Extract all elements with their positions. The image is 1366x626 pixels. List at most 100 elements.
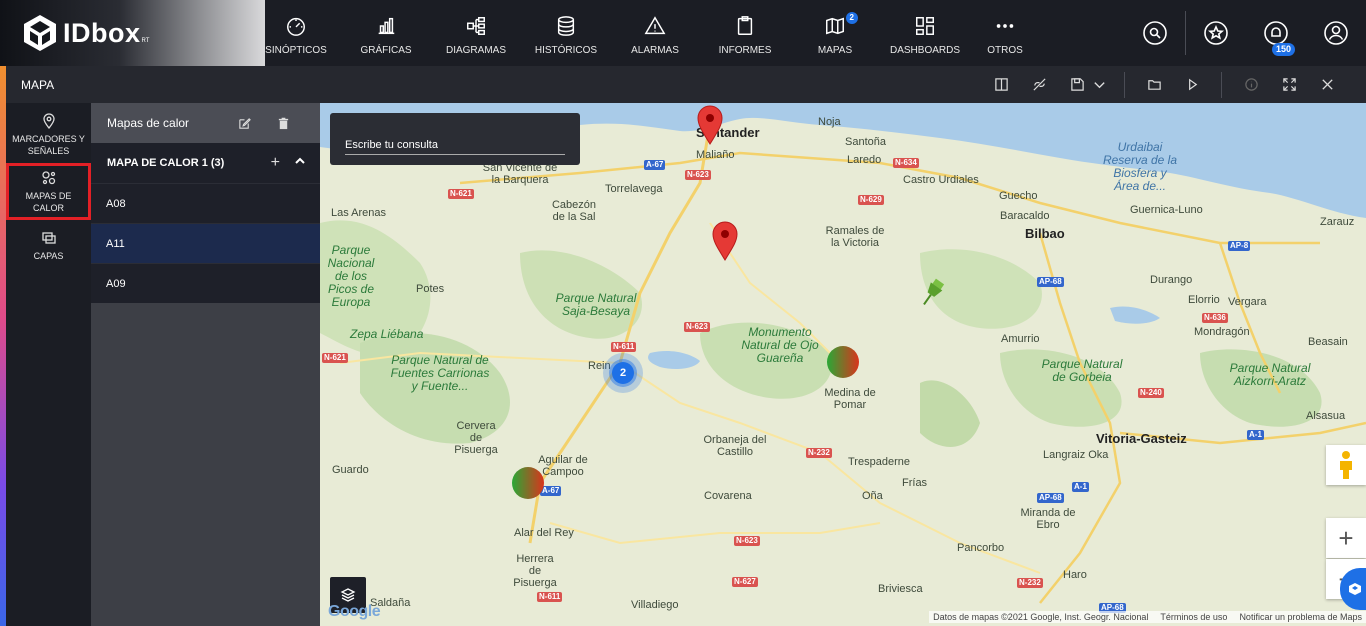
map-label: Castro Urdiales	[903, 174, 979, 186]
map-view[interactable]: Santander Maliaño Noja Santoña Laredo Ca…	[320, 103, 1366, 626]
plus-icon: +	[1338, 522, 1354, 553]
heatmap-point[interactable]	[827, 346, 859, 378]
map-label: Villadiego	[631, 599, 679, 611]
group-title: MAPA DE CALOR 1 (3)	[107, 157, 225, 169]
nav-otros[interactable]: OTROS	[970, 0, 1040, 66]
road-shield: N-623	[685, 170, 711, 180]
play-button[interactable]	[1179, 72, 1205, 98]
map-label: Parque Nacional de los Picos de Europa	[327, 243, 375, 309]
map-label: Briviesca	[878, 583, 923, 595]
delete-button[interactable]	[277, 117, 290, 130]
map-label: Parque Natural de Fuentes Carrionas y Fu…	[390, 353, 490, 393]
panel-title: Mapas de calor	[107, 116, 190, 130]
map-label: Covarena	[704, 490, 752, 502]
heatmap-group-header[interactable]: MAPA DE CALOR 1 (3) +	[91, 143, 320, 183]
page-title: MAPA	[21, 77, 55, 92]
road-shield: N-621	[448, 189, 474, 199]
street-view-button[interactable]	[1326, 445, 1366, 485]
logo-text: IDbox	[63, 17, 141, 48]
road-shield: AP-8	[1228, 241, 1251, 251]
folder-icon	[1147, 80, 1161, 90]
list-item[interactable]: A09	[91, 263, 320, 303]
nav-label: OTROS	[987, 44, 1023, 56]
save-options-dropdown[interactable]	[1090, 72, 1108, 98]
heatmap-point[interactable]	[512, 467, 544, 499]
add-button[interactable]: +	[271, 154, 280, 172]
nav-alarmas[interactable]: ALARMAS	[610, 0, 700, 66]
nav-label: HISTÓRICOS	[534, 44, 598, 56]
map-label: Noja	[818, 116, 841, 128]
marker-pin-red[interactable]	[712, 221, 738, 261]
sidebar-item-capas[interactable]: CAPAS	[6, 220, 91, 272]
marker-cluster[interactable]: 2	[603, 353, 643, 393]
nav-mapas[interactable]: 2 MAPAS	[790, 0, 880, 66]
road-shield: A-67	[644, 160, 666, 170]
nav-label: DASHBOARDS	[889, 44, 960, 56]
logo[interactable]: IDbox RT	[0, 0, 265, 66]
map-label: Santoña	[845, 136, 886, 148]
nav-historicos[interactable]: HISTÓRICOS	[522, 0, 610, 66]
map-label: Oña	[862, 490, 883, 502]
panel-header: Mapas de calor	[91, 103, 320, 143]
zoom-in-button[interactable]: +	[1326, 518, 1366, 558]
info-button[interactable]	[1238, 72, 1264, 98]
map-label: Miranda de Ebro	[1020, 507, 1076, 531]
nav-sinopticos[interactable]: SINÓPTICOS	[250, 0, 342, 66]
nav-diagramas[interactable]: DIAGRAMAS	[430, 0, 522, 66]
clipboard-icon	[737, 15, 753, 35]
list-item[interactable]: A08	[91, 183, 320, 223]
road-shield: N-623	[684, 322, 710, 332]
notifications-button[interactable]: 150	[1259, 16, 1296, 56]
edit-icon	[239, 117, 251, 129]
road-shield: N-611	[537, 592, 563, 602]
heatmap-icon	[41, 170, 55, 184]
close-button[interactable]	[1314, 72, 1340, 98]
link-off-button[interactable]	[1026, 72, 1052, 98]
favorites-button[interactable]	[1199, 16, 1233, 50]
map-label: Zarauz	[1320, 216, 1355, 228]
sidebar-item-label: MARCADORES Y SEÑALES	[12, 134, 85, 156]
edit-button[interactable]	[238, 117, 251, 130]
save-button[interactable]	[1064, 72, 1090, 98]
nav-informes[interactable]: INFORMES	[700, 0, 790, 66]
sidebar-item-label: MAPAS DE CALOR	[25, 190, 72, 213]
map-label: Durango	[1150, 274, 1193, 286]
item-label: A11	[106, 237, 125, 250]
side-nav: MARCADORES Y SEÑALES MAPAS DE CALOR CAPA…	[6, 103, 91, 626]
road-shield: N-232	[1017, 578, 1043, 588]
nav-dashboards[interactable]: DASHBOARDS	[880, 0, 970, 66]
chevron-down-icon	[1093, 82, 1105, 89]
search-report-button[interactable]	[1138, 16, 1172, 50]
map-label: Frías	[902, 477, 928, 489]
map-label: Urdaibai Reserva de la Biosfera y Área d…	[1102, 140, 1178, 193]
logo-subtext: RT	[141, 38, 150, 44]
fullscreen-button[interactable]	[1276, 72, 1302, 98]
location-pin-icon	[42, 113, 55, 129]
nav-label: ALARMAS	[631, 44, 679, 56]
user-profile-button[interactable]	[1319, 16, 1353, 50]
sidebar-item-mapas-de-calor[interactable]: MAPAS DE CALOR	[6, 163, 91, 220]
stack-icon	[340, 588, 356, 602]
play-icon	[1188, 78, 1197, 91]
nav-label: DIAGRAMAS	[445, 44, 506, 56]
layers-icon	[41, 232, 56, 244]
terms-link[interactable]: Términos de uso	[1160, 612, 1227, 622]
panel-actions	[212, 103, 290, 143]
map-label: San Vicente de la Barquera	[482, 162, 558, 186]
split-view-button[interactable]	[988, 72, 1014, 98]
list-item[interactable]: A11	[91, 223, 320, 263]
report-problem-link[interactable]: Notificar un problema de Maps	[1239, 612, 1362, 622]
road-shield: A-1	[1247, 430, 1264, 440]
map-label: Torrelavega	[605, 183, 663, 195]
search-input[interactable]	[345, 139, 565, 155]
sidebar-item-marcadores[interactable]: MARCADORES Y SEÑALES	[6, 103, 91, 163]
toolbar-divider	[1124, 71, 1125, 98]
item-label: A09	[106, 277, 126, 290]
marker-pushpin-green[interactable]	[916, 277, 948, 309]
columns-icon	[994, 78, 1008, 91]
marker-pin-red[interactable]	[697, 105, 723, 145]
nav-graficas[interactable]: GRÁFICAS	[342, 0, 430, 66]
collapse-button[interactable]	[294, 154, 306, 172]
logo-cube-icon	[24, 15, 56, 51]
open-folder-button[interactable]	[1141, 72, 1167, 98]
